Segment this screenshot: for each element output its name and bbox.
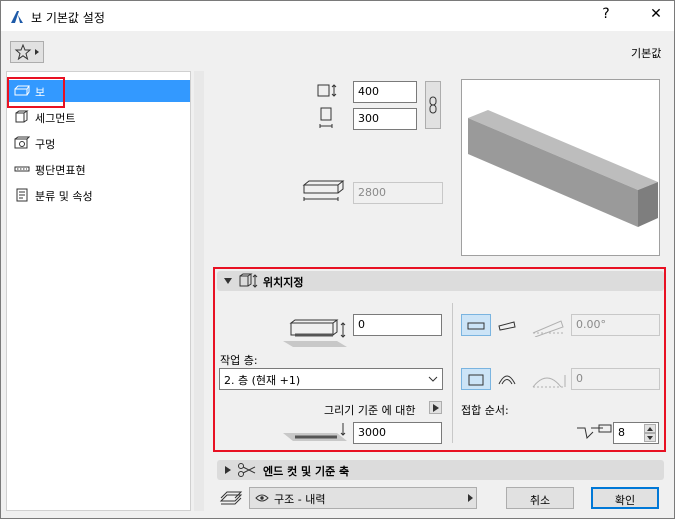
chevron-down-icon (428, 376, 438, 382)
segment-icon (15, 110, 29, 123)
curved-beam-button[interactable] (493, 368, 521, 390)
stepper-up-button[interactable] (644, 424, 656, 433)
classification-icon (16, 188, 28, 202)
beam-height-input[interactable]: 300 (353, 108, 417, 130)
sidebar-item-label: 분류 및 속성 (35, 190, 93, 203)
straight-beam-button[interactable] (461, 368, 491, 390)
positioning-section-header[interactable]: 위치지정 (217, 271, 664, 291)
slanted-beam-button[interactable] (493, 314, 521, 336)
slant-angle-input[interactable]: 0.00° (571, 314, 660, 336)
beam-preview-image (468, 110, 658, 227)
stepper-down-button[interactable] (644, 433, 656, 442)
reference-level-icon (283, 423, 347, 441)
help-button[interactable]: ? (596, 6, 616, 22)
hole-icon (14, 136, 30, 149)
junction-order-label: 접합 순서: (461, 404, 509, 417)
layer-icon (219, 491, 243, 505)
archicad-logo-icon (11, 11, 23, 23)
sidebar-item-classification[interactable]: 분류 및 속성 (9, 184, 190, 206)
collapse-arrow-icon (224, 278, 232, 284)
layer-value: 구조 - 내력 (274, 493, 326, 506)
close-button[interactable]: ✕ (646, 6, 666, 22)
horizontal-beam-icon (467, 322, 485, 330)
window-title: 보 기본값 설정 (31, 11, 105, 25)
reference-label: 그리기 기준 에 대한 (324, 404, 416, 417)
default-label: 기본값 (631, 47, 662, 60)
offset-icon (283, 319, 347, 347)
work-layer-value: 2. 층 (현재 +1) (224, 374, 301, 387)
favorites-button[interactable] (10, 41, 44, 63)
horizontal-beam-button[interactable] (461, 314, 491, 336)
slant-angle-icon (532, 320, 565, 337)
arrow-right-icon (433, 404, 439, 412)
dimension-icons (317, 84, 337, 128)
curve-height-input[interactable]: 0 (571, 368, 660, 390)
slanted-beam-icon (498, 321, 516, 331)
scrollbar[interactable] (194, 71, 204, 511)
sidebar-item-label: 세그먼트 (35, 112, 76, 125)
curved-beam-icon (498, 375, 516, 385)
work-layer-select[interactable]: 2. 층 (현재 +1) (219, 368, 443, 390)
arrow-right-icon (468, 494, 473, 502)
positioning-icon (239, 273, 258, 288)
beam-length-input[interactable]: 2800 (353, 182, 443, 204)
ok-button[interactable]: 확인 (591, 487, 659, 509)
reference-height-input[interactable]: 3000 (353, 422, 442, 444)
work-layer-label: 작업 층: (220, 354, 258, 367)
section-divider (452, 303, 453, 443)
sidebar-item-plan-section[interactable]: 평단면표현 (9, 158, 190, 180)
chevron-down-icon (647, 436, 653, 440)
junction-order-value: 8 (618, 426, 625, 439)
chain-link-icon (429, 96, 437, 114)
title-bar: 보 기본값 설정 ? ✕ (1, 1, 674, 31)
sidebar-item-segment[interactable]: 세그먼트 (9, 106, 190, 128)
sidebar: 보 세그먼트 구멍 평단면표현 분류 및 속성 (6, 71, 191, 511)
sidebar-item-hole[interactable]: 구멍 (9, 132, 190, 154)
dialog-window: 보 기본값 설정 ? ✕ 기본값 보 세그먼트 구멍 평단면표현 분류 및 속성… (0, 0, 675, 519)
beam-width-input[interactable]: 400 (353, 81, 417, 103)
sidebar-item-label: 평단면표현 (35, 164, 86, 177)
preview-3d[interactable] (461, 79, 660, 256)
scissors-icon (238, 463, 256, 477)
junction-order-icon (577, 424, 612, 440)
sidebar-item-label: 구멍 (35, 138, 56, 151)
chevron-up-icon (647, 427, 653, 431)
straight-beam-icon (468, 374, 484, 386)
junction-order-input[interactable]: 8 (613, 422, 659, 444)
end-cut-section-title: 엔드 컷 및 기준 축 (263, 465, 350, 478)
star-icon (14, 44, 39, 60)
plan-section-icon (14, 166, 30, 172)
positioning-section-title: 위치지정 (263, 276, 304, 289)
selection-highlight (7, 77, 65, 108)
offset-input[interactable]: 0 (353, 314, 442, 336)
link-dimensions-button[interactable] (425, 81, 441, 129)
curve-height-icon (532, 375, 566, 388)
cancel-button[interactable]: 취소 (506, 487, 574, 509)
end-cut-section-header[interactable]: 엔드 컷 및 기준 축 (217, 460, 664, 480)
beam-length-icon (302, 180, 345, 201)
eye-icon (255, 494, 269, 502)
layer-select[interactable]: 구조 - 내력 (249, 487, 477, 509)
expand-arrow-icon (225, 466, 231, 474)
reference-popup-button[interactable] (429, 401, 442, 414)
